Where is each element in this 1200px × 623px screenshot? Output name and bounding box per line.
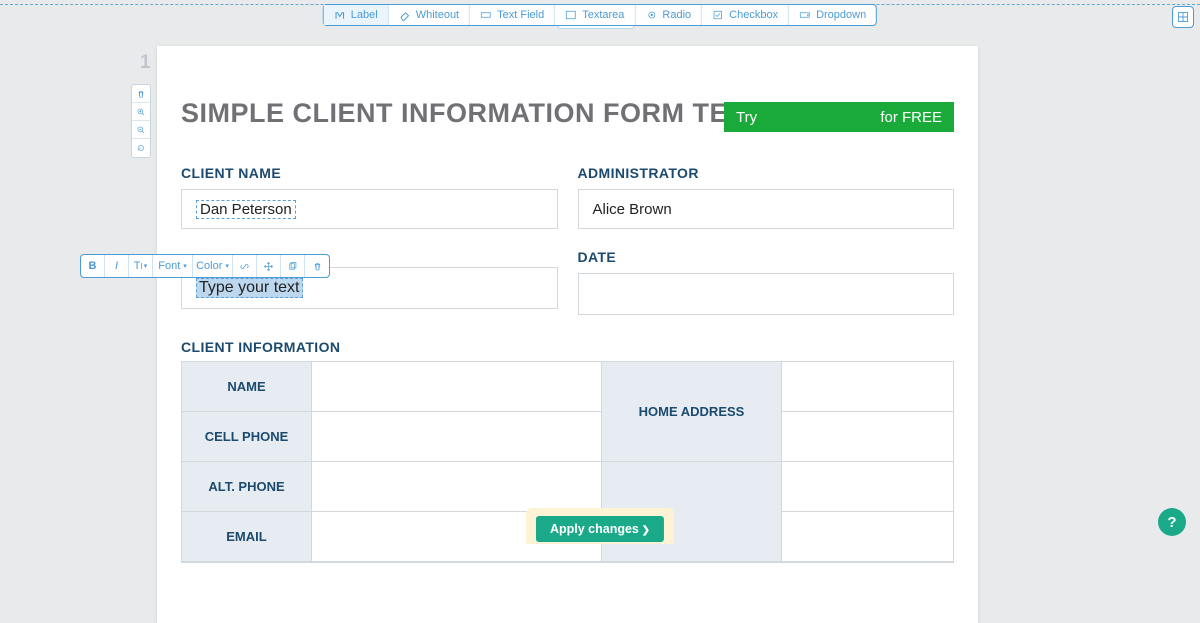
tool-radio[interactable]: Radio — [635, 5, 702, 25]
date-field[interactable] — [578, 273, 955, 315]
table-header-cellphone: CELL PHONE — [182, 412, 312, 462]
table-header-altphone: ALT. PHONE — [182, 462, 312, 512]
tool-label-text: Dropdown — [816, 9, 866, 21]
tool-dropdown[interactable]: Dropdown — [789, 5, 876, 25]
grid-icon — [1177, 11, 1189, 23]
apply-changes-button[interactable]: Apply changes — [536, 516, 664, 542]
link-icon — [239, 261, 250, 272]
date-label: DATE — [578, 249, 955, 265]
administrator-label: ADMINISTRATOR — [578, 165, 955, 181]
textfield-icon — [480, 9, 492, 21]
link-button[interactable] — [233, 255, 257, 277]
fontsize-button[interactable]: TI▾ — [129, 255, 153, 277]
table-cell[interactable] — [782, 462, 953, 512]
try-free-banner[interactable]: Try for FREE — [724, 102, 954, 132]
checkbox-icon — [712, 9, 724, 21]
font-button[interactable]: Font▾ — [153, 255, 193, 277]
page-side-tools — [131, 84, 151, 158]
text-format-toolbar: B I TI▾ Font▾ Color▾ — [80, 254, 330, 278]
chevron-down-icon: ▾ — [183, 262, 187, 270]
help-icon: ? — [1167, 514, 1176, 531]
client-name-value[interactable]: Dan Peterson — [196, 200, 296, 219]
fontsize-icon: T — [134, 260, 141, 272]
page-number: 1 — [140, 52, 151, 74]
color-button[interactable]: Color▾ — [193, 255, 233, 277]
move-button[interactable] — [257, 255, 281, 277]
apply-changes-container: Apply changes — [526, 508, 674, 544]
table-header-email: EMAIL — [182, 512, 312, 562]
element-toolbar: Label Whiteout Text Field Textarea Radio… — [323, 4, 877, 26]
tool-checkbox[interactable]: Checkbox — [702, 5, 789, 25]
table-cell[interactable] — [782, 512, 953, 562]
radio-icon — [645, 9, 657, 21]
refresh-button[interactable] — [132, 139, 150, 157]
tool-label[interactable]: Label — [324, 5, 389, 25]
zoom-out-icon — [136, 125, 146, 135]
trash-icon — [136, 89, 146, 99]
move-icon — [263, 261, 274, 272]
client-name-label: CLIENT NAME — [181, 165, 558, 181]
tool-label-text: Text Field — [497, 9, 544, 21]
copy-icon — [287, 261, 298, 272]
tool-label-text: Textarea — [582, 9, 624, 21]
table-cell[interactable] — [312, 362, 602, 412]
delete-page-button[interactable] — [132, 85, 150, 103]
copy-button[interactable] — [281, 255, 305, 277]
table-header-name: NAME — [182, 362, 312, 412]
zoom-in-icon — [136, 107, 146, 117]
tool-label-text: Radio — [662, 9, 691, 21]
zoom-out-button[interactable] — [132, 121, 150, 139]
client-name-field[interactable]: Dan Peterson — [181, 189, 558, 229]
color-label: Color — [196, 260, 222, 272]
tool-whiteout[interactable]: Whiteout — [389, 5, 470, 25]
bold-icon: B — [89, 260, 97, 272]
refresh-icon — [136, 143, 146, 153]
table-header-homeaddress: HOME ADDRESS — [602, 362, 782, 462]
table-cell[interactable] — [312, 412, 602, 462]
textarea-icon — [565, 9, 577, 21]
tool-textfield[interactable]: Text Field — [470, 5, 555, 25]
label-icon — [334, 9, 346, 21]
administrator-field[interactable]: Alice Brown — [578, 189, 955, 229]
zoom-in-button[interactable] — [132, 103, 150, 121]
grid-toggle-button[interactable] — [1172, 6, 1194, 28]
dropdown-icon — [799, 9, 811, 21]
chevron-down-icon: ▾ — [225, 262, 229, 270]
bold-button[interactable]: B — [81, 255, 105, 277]
table-cell[interactable] — [312, 462, 602, 512]
eraser-icon — [399, 9, 411, 21]
italic-icon: I — [115, 260, 118, 272]
font-label: Font — [158, 260, 180, 272]
new-text-placeholder[interactable]: Type your text — [196, 278, 303, 298]
cta-prefix: Try — [736, 109, 757, 126]
table-cell[interactable] — [782, 362, 953, 412]
table-cell[interactable] — [782, 412, 953, 462]
trash-icon — [312, 261, 323, 272]
client-info-section-title: CLIENT INFORMATION — [181, 339, 954, 355]
tool-textarea[interactable]: Textarea — [555, 5, 635, 25]
administrator-value: Alice Brown — [593, 201, 672, 218]
delete-button[interactable] — [305, 255, 329, 277]
tool-label-text: Whiteout — [416, 9, 459, 21]
cta-suffix: for FREE — [880, 109, 942, 126]
italic-button[interactable]: I — [105, 255, 129, 277]
chevron-down-icon: ▾ — [144, 262, 148, 270]
help-button[interactable]: ? — [1158, 508, 1186, 536]
tool-label-text: Checkbox — [729, 9, 778, 21]
tool-label-text: Label — [351, 9, 378, 21]
